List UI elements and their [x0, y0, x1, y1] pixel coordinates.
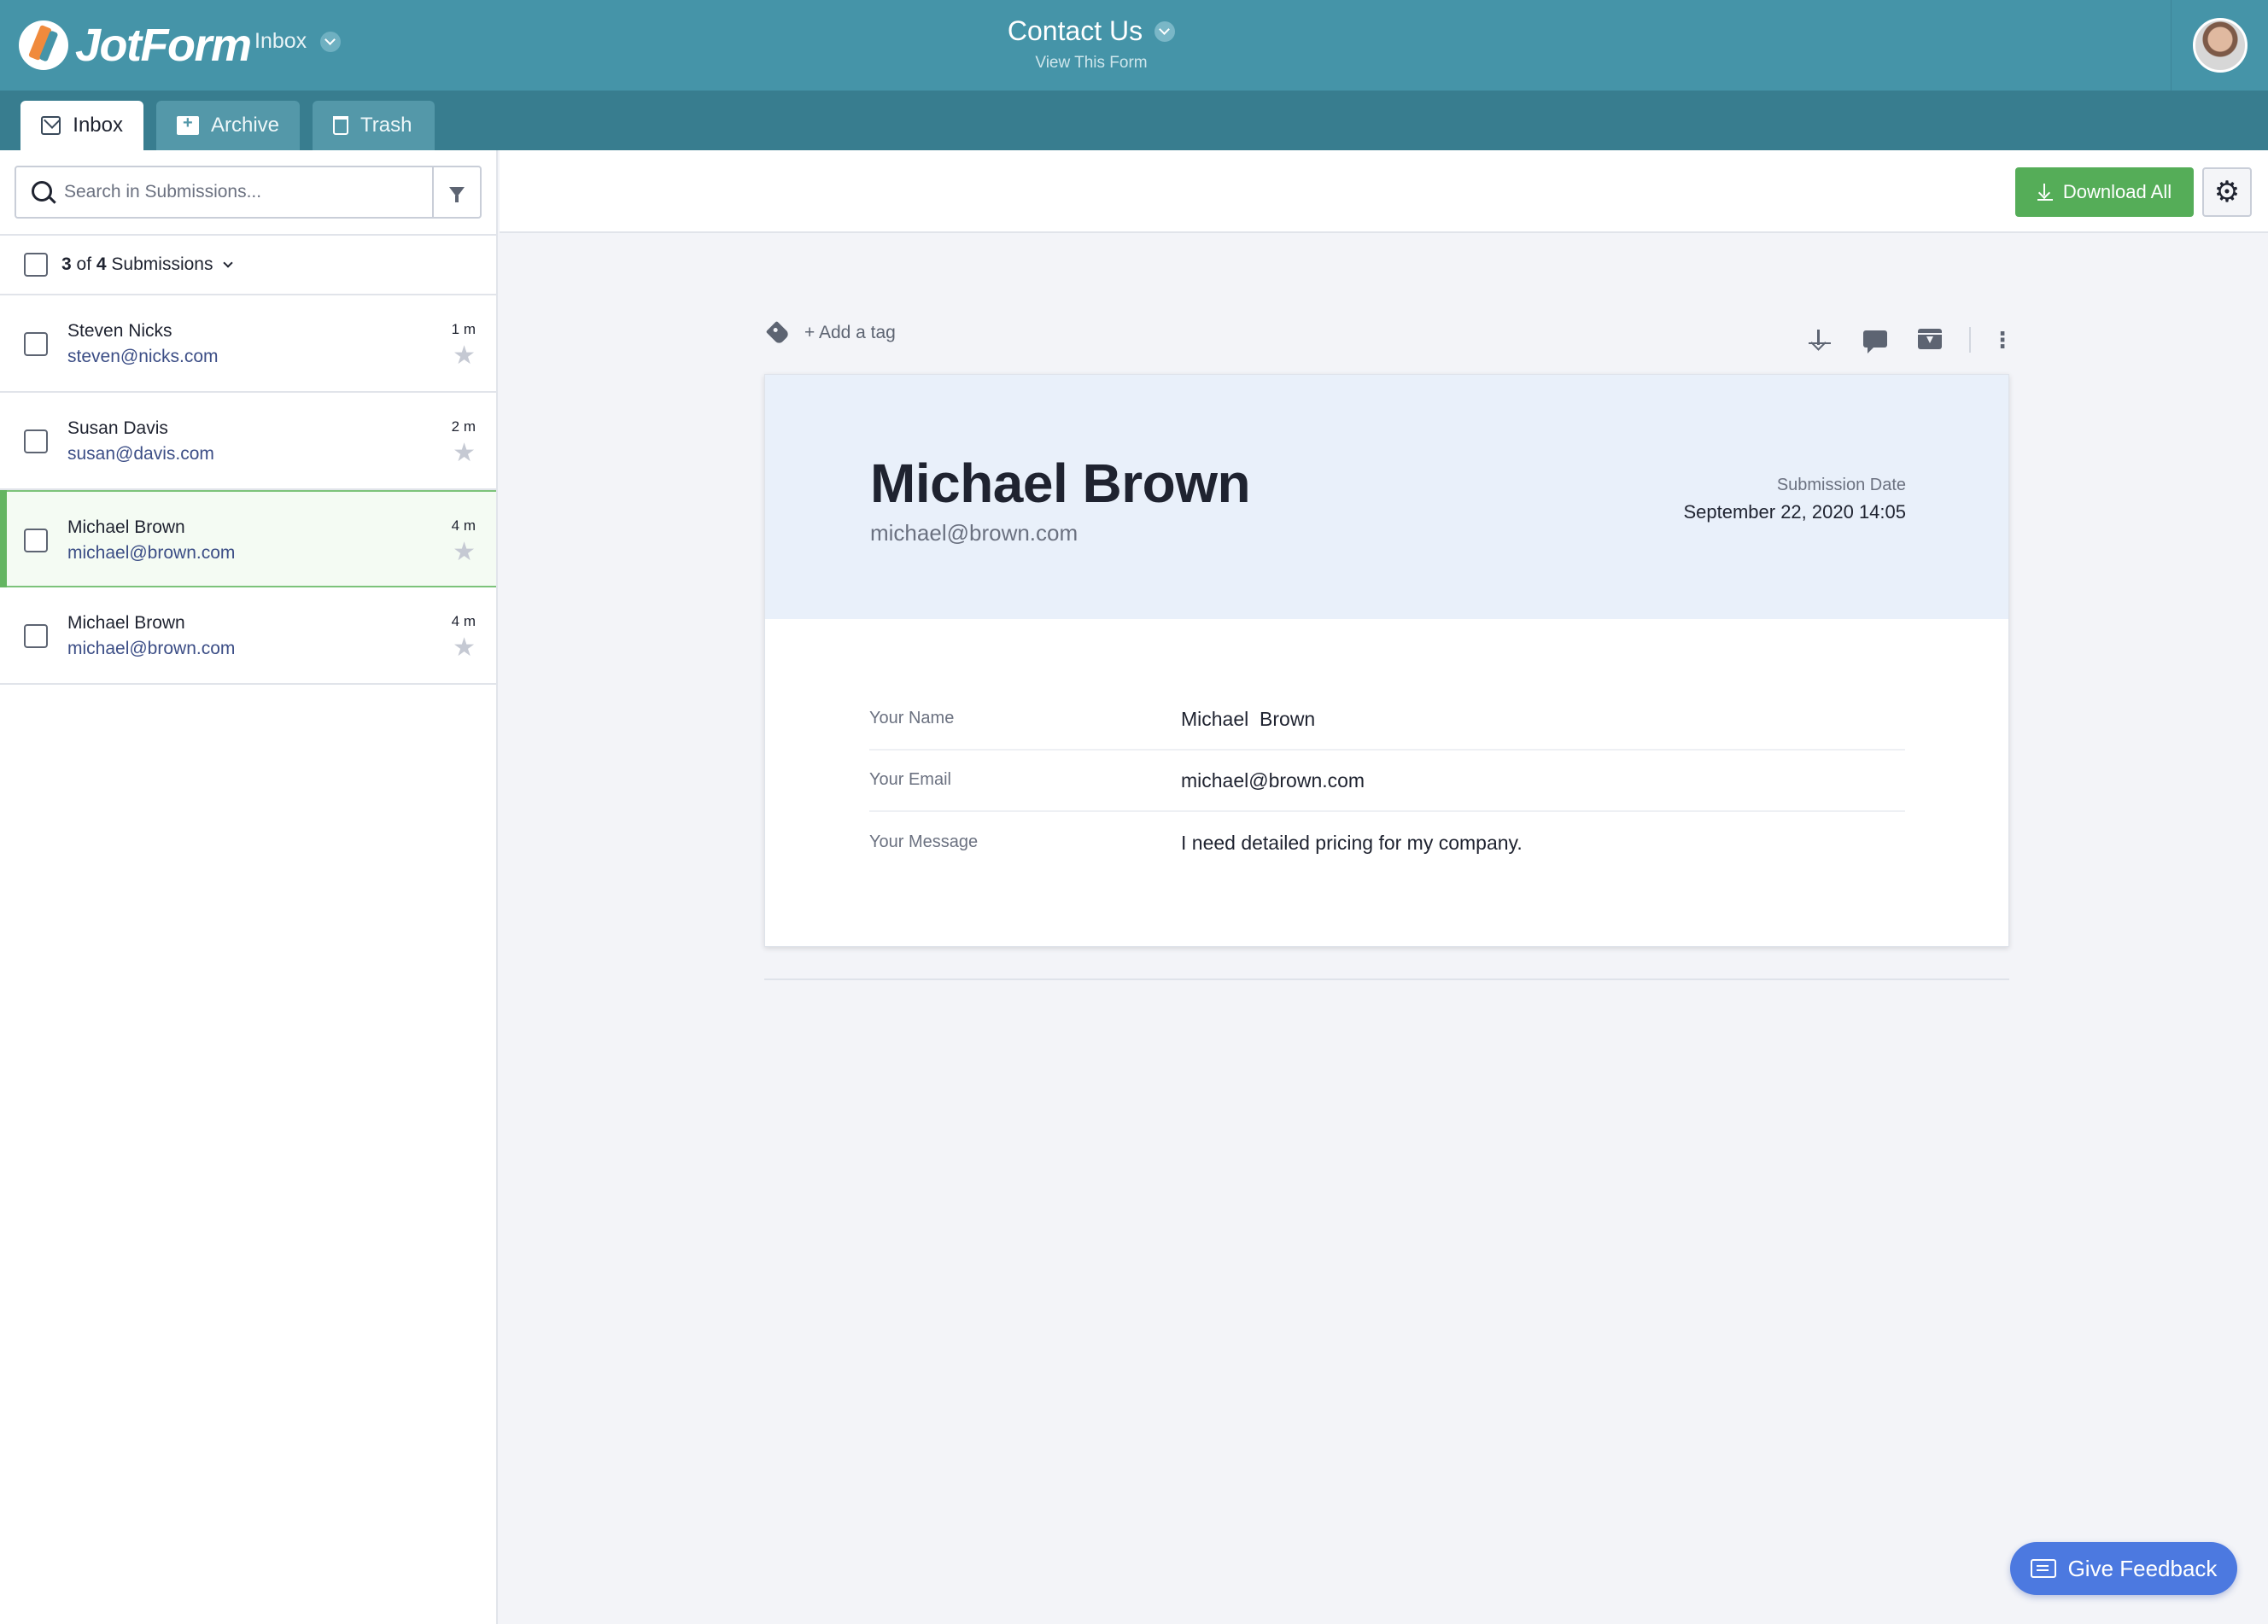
- submission-list: Steven Nicks steven@nicks.com 1 m ★ Susa…: [0, 295, 496, 685]
- count-current: 3: [61, 254, 72, 274]
- tag-icon: [765, 320, 791, 346]
- submission-fields: Your Name Michael Brown Your Email micha…: [869, 689, 1905, 873]
- search-input[interactable]: [64, 178, 423, 207]
- submission-name: Susan Davis: [67, 418, 168, 438]
- mail-icon: [41, 116, 61, 135]
- more-options-icon[interactable]: ⋮: [1991, 329, 2014, 351]
- field-value: michael@brown.com: [1181, 768, 1365, 792]
- archive-button[interactable]: [1918, 327, 1944, 353]
- submission-name: Michael Brown: [67, 517, 185, 537]
- form-title-area: Contact Us View This Form: [0, 15, 2183, 73]
- star-icon[interactable]: ★: [453, 343, 476, 369]
- star-icon[interactable]: ★: [453, 635, 476, 661]
- filter-icon: [449, 187, 465, 202]
- download-icon: [2037, 184, 2053, 201]
- list-item[interactable]: Susan Davis susan@davis.com 2 m ★: [0, 393, 496, 490]
- field-value: I need detailed pricing for my company.: [1181, 831, 1523, 854]
- field-label: Your Message: [869, 832, 979, 851]
- download-all-button[interactable]: Download All: [2015, 167, 2194, 217]
- count-total: 4: [96, 254, 107, 274]
- field-row: Your Name Michael Brown: [869, 689, 1905, 751]
- submission-time: 2 m: [451, 418, 476, 435]
- list-item-selected[interactable]: Michael Brown michael@brown.com 4 m ★: [0, 490, 496, 587]
- archive-icon: [177, 114, 199, 135]
- row-checkbox[interactable]: [24, 429, 48, 453]
- list-item[interactable]: Michael Brown michael@brown.com 4 m ★: [0, 587, 496, 685]
- tab-trash[interactable]: Trash: [313, 101, 435, 150]
- comment-button[interactable]: [1863, 327, 1889, 353]
- main-toolbar: Download All ⚙: [500, 150, 2268, 233]
- star-icon[interactable]: ★: [453, 441, 476, 466]
- submission-card: Michael Brown michael@brown.com Submissi…: [764, 374, 2009, 947]
- tab-label: Archive: [210, 114, 279, 137]
- search-box: [15, 166, 482, 219]
- count-of: of: [76, 254, 92, 274]
- account-menu[interactable]: [2171, 0, 2268, 91]
- trash-icon: [333, 116, 348, 135]
- submission-date-label: Submission Date: [1776, 476, 1906, 494]
- field-label: Your Name: [869, 708, 955, 727]
- submission-time: 1 m: [451, 321, 476, 337]
- gear-icon: ⚙: [2213, 176, 2241, 208]
- submission-email: steven@nicks.com: [67, 347, 219, 366]
- tab-label: Trash: [360, 114, 412, 137]
- submitter-name: Michael Brown: [870, 453, 1251, 514]
- submission-email: michael@brown.com: [67, 543, 236, 563]
- submission-name: Michael Brown: [67, 613, 185, 633]
- row-checkbox[interactable]: [24, 624, 48, 648]
- list-item[interactable]: Steven Nicks steven@nicks.com 1 m ★: [0, 295, 496, 393]
- chevron-down-icon: [1154, 20, 1176, 42]
- filter-button[interactable]: [432, 167, 480, 217]
- select-all-checkbox[interactable]: [24, 253, 48, 277]
- submission-name: Steven Nicks: [67, 321, 172, 341]
- submission-actions: ⋮: [1809, 327, 2014, 353]
- field-label: Your Email: [869, 769, 951, 789]
- tab-archive[interactable]: Archive: [156, 101, 300, 150]
- tab-label: Inbox: [73, 114, 123, 137]
- tab-bar: Inbox Archive Trash: [0, 91, 2268, 150]
- add-tag-row[interactable]: + Add a tag: [765, 320, 896, 346]
- submission-time: 4 m: [451, 613, 476, 629]
- comment-icon: [1863, 330, 1887, 353]
- tab-inbox[interactable]: Inbox: [20, 101, 143, 150]
- submissions-panel: 3 of 4 Submissions Steven Nicks steven@n…: [0, 150, 498, 1624]
- download-submission-button[interactable]: [1809, 330, 1834, 355]
- submission-card-header: Michael Brown michael@brown.com Submissi…: [765, 375, 2008, 619]
- submission-date-value: September 22, 2020 14:05: [1683, 501, 1906, 523]
- star-icon[interactable]: ★: [453, 540, 476, 565]
- search-icon: [32, 181, 52, 202]
- submissions-count-row: 3 of 4 Submissions: [0, 234, 496, 295]
- settings-button[interactable]: ⚙: [2202, 167, 2252, 217]
- give-feedback-button[interactable]: Give Feedback: [2010, 1542, 2237, 1595]
- download-all-label: Download All: [2062, 181, 2172, 202]
- chevron-down-icon: [223, 257, 234, 268]
- give-feedback-label: Give Feedback: [2067, 1555, 2218, 1581]
- submission-email: susan@davis.com: [67, 444, 214, 464]
- divider: [764, 978, 2009, 980]
- add-tag-label: + Add a tag: [804, 323, 896, 342]
- avatar: [2192, 18, 2248, 73]
- top-header: JotForm Inbox Contact Us View This Form: [0, 0, 2268, 91]
- row-checkbox[interactable]: [24, 529, 48, 552]
- archive-box-icon: [1918, 329, 1942, 349]
- form-selector[interactable]: Contact Us: [1007, 15, 1176, 47]
- divider: [1969, 327, 1971, 353]
- count-suffix: Submissions: [111, 254, 213, 274]
- field-row: Your Email michael@brown.com: [869, 751, 1905, 812]
- view-form-link[interactable]: View This Form: [0, 54, 2183, 73]
- row-checkbox[interactable]: [24, 332, 48, 356]
- field-value: Michael Brown: [1181, 707, 1316, 730]
- feedback-icon: [2030, 1559, 2056, 1578]
- submission-email: michael@brown.com: [67, 639, 236, 658]
- form-title: Contact Us: [1007, 15, 1143, 46]
- submissions-count-dropdown[interactable]: 3 of 4 Submissions: [61, 254, 234, 275]
- submission-time: 4 m: [451, 517, 476, 534]
- submitter-email: michael@brown.com: [870, 520, 1078, 546]
- field-row: Your Message I need detailed pricing for…: [869, 812, 1905, 873]
